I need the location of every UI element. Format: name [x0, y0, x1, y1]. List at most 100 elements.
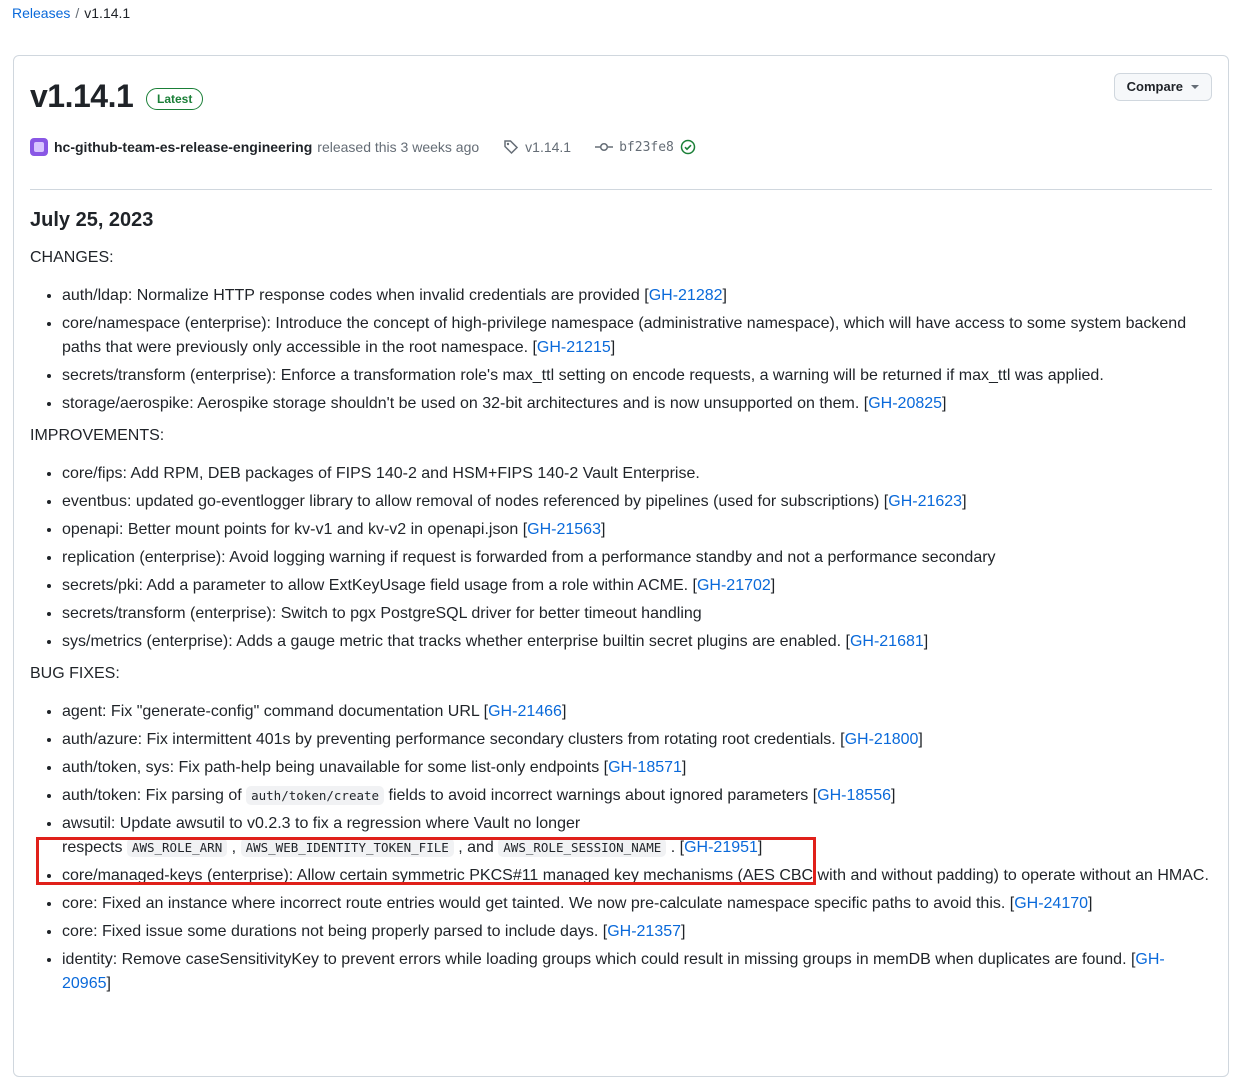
- item-text: secrets/transform (enterprise): Switch t…: [62, 605, 702, 622]
- avatar[interactable]: [30, 138, 48, 156]
- item-text-end: ]: [722, 287, 727, 304]
- issue-link[interactable]: GH-21215: [537, 339, 611, 356]
- list-item: core: Fixed an instance where incorrect …: [62, 892, 1210, 916]
- list-item: secrets/transform (enterprise): Switch t…: [62, 602, 1210, 626]
- item-text-end: ]: [891, 787, 896, 804]
- issue-link[interactable]: GH-20825: [868, 395, 942, 412]
- item-text: secrets/transform (enterprise): Enforce …: [62, 367, 1104, 384]
- item-text: core/fips: Add RPM, DEB packages of FIPS…: [62, 465, 700, 482]
- item-text: storage/aerospike: Aerospike storage sho…: [62, 395, 869, 412]
- commit-icon: [595, 142, 614, 152]
- inline-code: AWS_ROLE_ARN: [126, 838, 228, 857]
- item-text: auth/token: Fix parsing of: [62, 787, 247, 804]
- issue-link[interactable]: GH-24170: [1014, 895, 1088, 912]
- issue-link[interactable]: GH-21563: [527, 521, 601, 538]
- list-item: secrets/pki: Add a parameter to allow Ex…: [62, 574, 1210, 598]
- bugfixes-header: BUG FIXES:: [30, 665, 120, 682]
- item-text: ,: [227, 839, 241, 856]
- breadcrumb: Releases / v1.14.1: [12, 5, 130, 21]
- list-item: auth/azure: Fix intermittent 401s by pre…: [62, 728, 1210, 752]
- item-text-end: ]: [962, 493, 967, 510]
- item-text: auth/azure: Fix intermittent 401s by pre…: [62, 731, 845, 748]
- inline-code: AWS_ROLE_SESSION_NAME: [498, 838, 667, 857]
- issue-link[interactable]: GH-21951: [684, 839, 758, 856]
- list-item: openapi: Better mount points for kv-v1 a…: [62, 518, 1210, 542]
- breadcrumb-separator: /: [75, 5, 80, 21]
- item-text-end: ]: [610, 339, 616, 356]
- issue-link[interactable]: GH-21623: [888, 493, 962, 510]
- list-item: auth/token, sys: Fix path-help being una…: [62, 756, 1210, 780]
- author-link[interactable]: hc-github-team-es-release-engineering: [54, 139, 312, 155]
- divider: [30, 189, 1212, 190]
- item-text-end: ]: [1088, 895, 1093, 912]
- commit-sha: bf23fe8: [619, 139, 674, 155]
- item-text: core/namespace (enterprise): Introduce t…: [62, 315, 1187, 356]
- list-item: auth/token: Fix parsing of auth/token/cr…: [62, 784, 1210, 808]
- item-text-end: ]: [561, 703, 567, 720]
- item-text: sys/metrics (enterprise): Adds a gauge m…: [62, 633, 850, 650]
- release-meta: hc-github-team-es-release-engineering re…: [30, 138, 696, 156]
- tag-icon: [504, 140, 519, 155]
- released-time: released this 3 weeks ago: [317, 139, 480, 155]
- item-text: core: Fixed issue some durations not bei…: [62, 923, 608, 940]
- release-title: v1.14.1: [30, 78, 134, 114]
- item-text: fields to avoid incorrect warnings about…: [384, 787, 818, 804]
- item-text-end: ]: [923, 633, 929, 650]
- changes-list: auth/ldap: Normalize HTTP response codes…: [30, 284, 1210, 416]
- tag-link[interactable]: v1.14.1: [503, 139, 571, 155]
- compare-button[interactable]: Compare: [1113, 73, 1212, 101]
- release-notes: July 25, 2023 CHANGES: auth/ldap: Normal…: [30, 202, 1210, 1000]
- item-text-end: ]: [918, 731, 923, 748]
- latest-badge: Latest: [146, 88, 204, 110]
- item-text-end: ]: [757, 839, 763, 856]
- issue-link[interactable]: GH-18571: [608, 759, 682, 776]
- item-text-end: ]: [106, 975, 111, 992]
- issue-link[interactable]: GH-21681: [850, 633, 924, 650]
- item-text: secrets/pki: Add a parameter to allow Ex…: [62, 577, 697, 594]
- item-text: openapi: Better mount points for kv-v1 a…: [62, 521, 528, 538]
- release-date: July 25, 2023: [30, 209, 154, 231]
- breadcrumb-releases-link[interactable]: Releases: [12, 5, 70, 21]
- item-text-end: ]: [942, 395, 947, 412]
- verified-check-icon: [680, 139, 696, 155]
- issue-link[interactable]: GH-21282: [649, 287, 723, 304]
- issue-link[interactable]: GH-21702: [697, 577, 771, 594]
- breadcrumb-current: v1.14.1: [84, 5, 131, 21]
- list-item: core/fips: Add RPM, DEB packages of FIPS…: [62, 462, 1210, 486]
- item-text: auth/ldap: Normalize HTTP response codes…: [62, 287, 649, 304]
- item-text: agent: Fix "generate-config" command doc…: [62, 703, 489, 720]
- inline-code: AWS_WEB_IDENTITY_TOKEN_FILE: [240, 838, 454, 857]
- chevron-down-icon: [1191, 85, 1199, 89]
- item-text: auth/token, sys: Fix path-help being una…: [62, 759, 609, 776]
- item-text: replication (enterprise): Avoid logging …: [62, 549, 996, 566]
- item-text: , and: [453, 839, 499, 856]
- improvements-list: core/fips: Add RPM, DEB packages of FIPS…: [30, 462, 1210, 654]
- changes-header: CHANGES:: [30, 249, 114, 266]
- item-text: core/managed-keys (enterprise): Allow ce…: [62, 867, 1209, 884]
- issue-link[interactable]: GH-21466: [488, 703, 562, 720]
- issue-link[interactable]: GH-18556: [817, 787, 891, 804]
- list-item: core/namespace (enterprise): Introduce t…: [62, 312, 1210, 360]
- issue-link[interactable]: GH-21357: [607, 923, 681, 940]
- item-text: identity: Remove caseSensitivityKey to p…: [62, 951, 1136, 968]
- issue-link[interactable]: GH-21800: [845, 731, 919, 748]
- release-card: v1.14.1 Latest Compare hc-github-team-es…: [13, 55, 1229, 1077]
- list-item: eventbus: updated go-eventlogger library…: [62, 490, 1210, 514]
- item-text: core: Fixed an instance where incorrect …: [62, 895, 1015, 912]
- item-text-end: ]: [600, 521, 606, 538]
- list-item: auth/ldap: Normalize HTTP response codes…: [62, 284, 1210, 308]
- bugfixes-list: agent: Fix "generate-config" command doc…: [30, 700, 1210, 996]
- list-item: storage/aerospike: Aerospike storage sho…: [62, 392, 1210, 416]
- tag-label: v1.14.1: [525, 139, 572, 155]
- awsutil-item: awsutil: Update awsutil to v0.2.3 to fix…: [62, 812, 1210, 860]
- commit-link[interactable]: bf23fe8: [595, 139, 696, 155]
- item-text-end: ]: [770, 577, 776, 594]
- inline-code: auth/token/create: [246, 786, 385, 805]
- compare-label: Compare: [1126, 79, 1183, 94]
- list-item: agent: Fix "generate-config" command doc…: [62, 700, 1210, 724]
- improvements-header: IMPROVEMENTS:: [30, 427, 165, 444]
- list-item: identity: Remove caseSensitivityKey to p…: [62, 948, 1210, 996]
- item-text: respects: [62, 839, 127, 856]
- item-text: awsutil: Update awsutil to v0.2.3 to fix…: [62, 815, 581, 832]
- item-text: eventbus: updated go-eventlogger library…: [62, 493, 889, 510]
